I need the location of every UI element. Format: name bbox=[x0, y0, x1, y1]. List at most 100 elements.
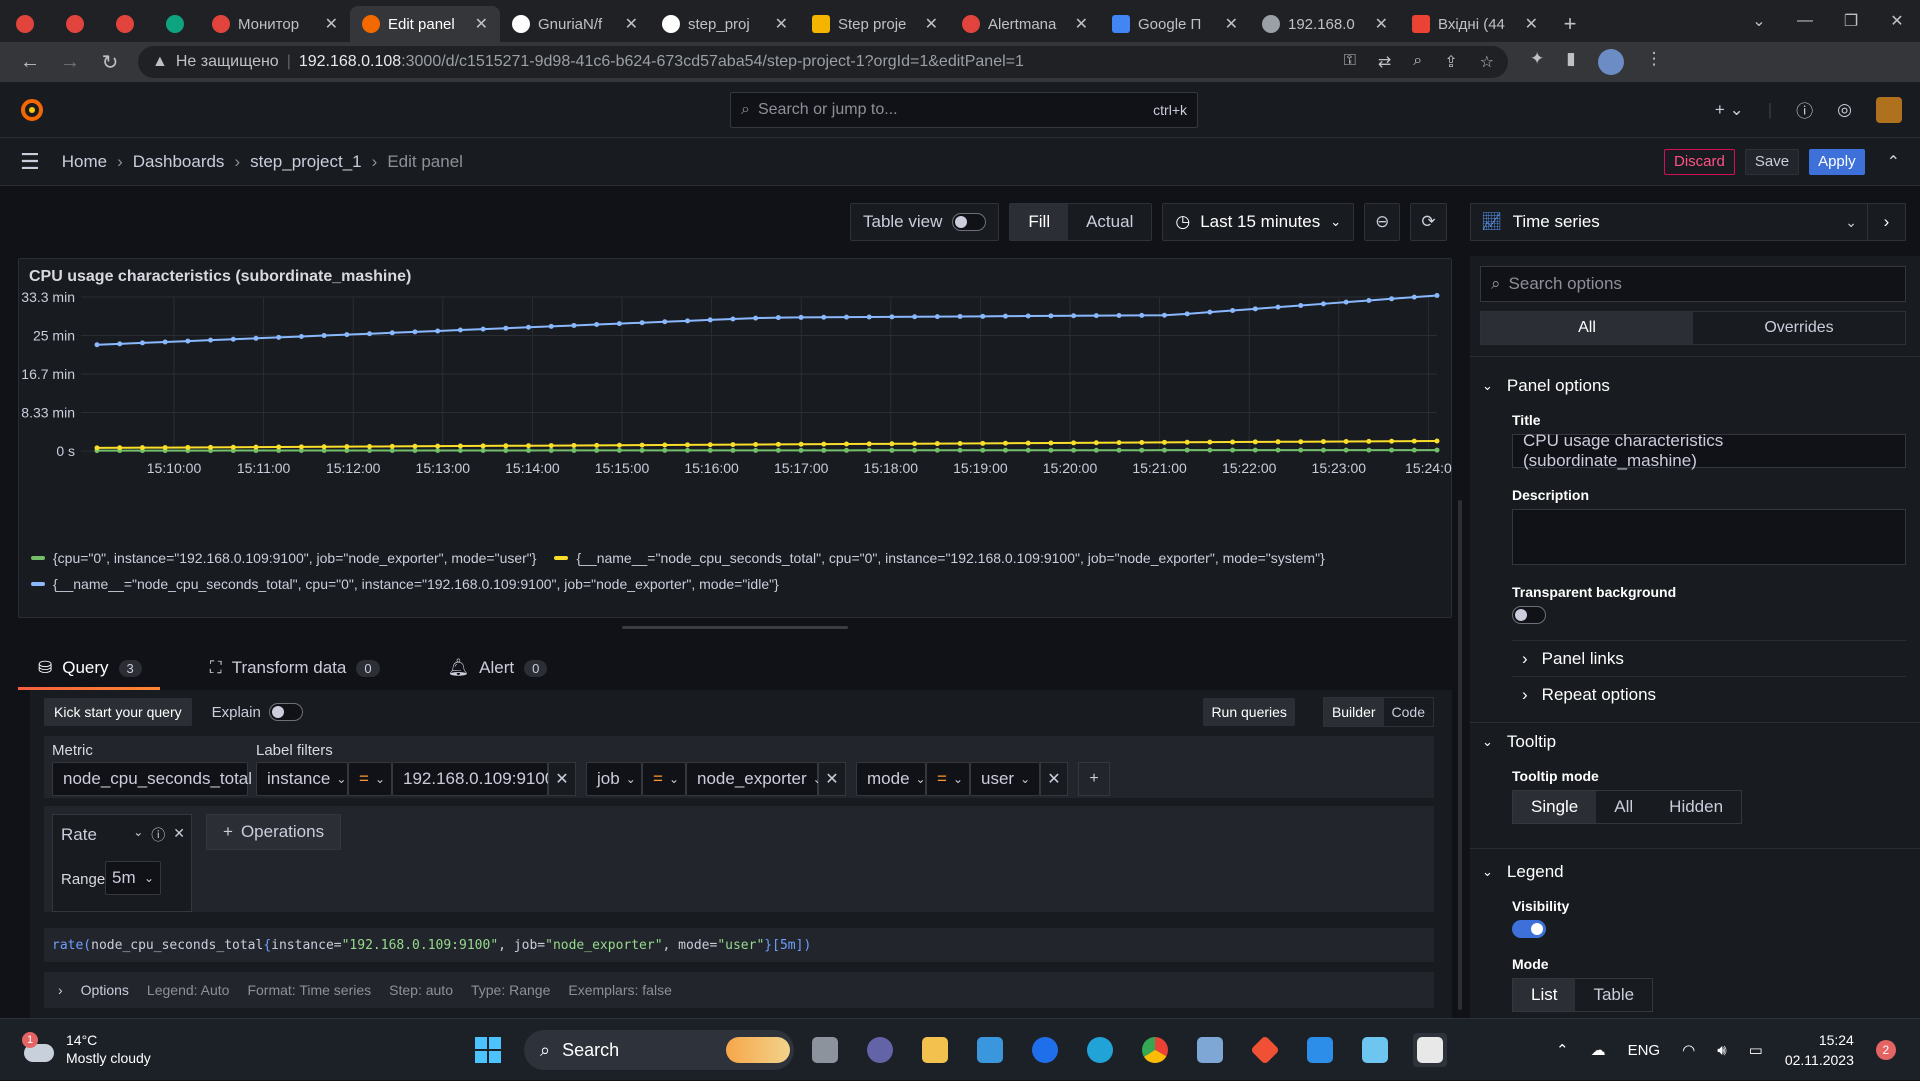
filter-key-select[interactable]: instance ⌄ bbox=[256, 762, 348, 796]
zoom-out-button[interactable]: ⊖ bbox=[1364, 203, 1401, 241]
collapse-pane-icon[interactable]: › bbox=[1867, 203, 1905, 241]
options-search-input[interactable]: ⌕ Search options bbox=[1480, 266, 1906, 302]
legend-item[interactable]: {cpu="0", instance="192.168.0.109:9100",… bbox=[53, 550, 536, 566]
legend-mode-list[interactable]: List bbox=[1513, 979, 1576, 1011]
clock[interactable]: 15:24 02.11.2023 bbox=[1785, 1030, 1854, 1070]
info-icon[interactable]: ⓘ bbox=[151, 825, 165, 845]
table-view-toggle[interactable]: Table view bbox=[850, 203, 1000, 241]
taskbar-search[interactable]: ⌕ Search bbox=[524, 1030, 794, 1070]
vscode-icon[interactable] bbox=[1303, 1033, 1337, 1067]
panel-options-section[interactable]: ⌄ Panel options bbox=[1482, 376, 1610, 396]
back-icon[interactable]: ← bbox=[10, 51, 50, 74]
kick-start-button[interactable]: Kick start your query bbox=[44, 698, 192, 726]
panel-links-row[interactable]: › Panel links bbox=[1512, 640, 1906, 676]
grafana-logo-icon[interactable] bbox=[18, 96, 46, 124]
breadcrumb-home[interactable]: Home bbox=[62, 152, 107, 172]
forward-icon[interactable]: → bbox=[50, 51, 90, 74]
filter-key-select[interactable]: mode ⌄ bbox=[856, 762, 926, 796]
query-options-row[interactable]: › Options Legend: Auto Format: Time seri… bbox=[44, 972, 1434, 1008]
key-icon[interactable]: ⚿ bbox=[1344, 52, 1356, 72]
save-button[interactable]: Save bbox=[1744, 148, 1800, 175]
tray-chevron-icon[interactable]: ⌃ bbox=[1556, 1041, 1569, 1059]
weather-widget[interactable]: 1 14°C Mostly cloudy bbox=[22, 1031, 151, 1067]
translate-icon[interactable]: ⇄ bbox=[1378, 52, 1391, 72]
chevron-down-icon[interactable]: ⌄ bbox=[133, 825, 143, 845]
sidepanel-icon[interactable]: ▮ bbox=[1566, 49, 1575, 75]
onedrive-icon[interactable]: ☁ bbox=[1591, 1041, 1606, 1059]
extensions-icon[interactable]: ✦ bbox=[1530, 49, 1544, 75]
wifi-icon[interactable]: ◠ bbox=[1682, 1041, 1695, 1059]
breadcrumb-dashboard[interactable]: step_project_1 bbox=[250, 152, 362, 172]
url-bar[interactable]: ▲ Не защищено | 192.168.0.108:3000/d/c15… bbox=[138, 46, 1508, 78]
tab-query[interactable]: ⛁ Query 3 bbox=[18, 646, 160, 690]
close-tab-icon[interactable]: ✕ bbox=[1225, 14, 1238, 34]
minimize-icon[interactable]: — bbox=[1782, 12, 1828, 30]
tooltip-section[interactable]: ⌄ Tooltip bbox=[1482, 732, 1556, 752]
start-button[interactable] bbox=[471, 1033, 505, 1067]
notepad-icon[interactable] bbox=[1358, 1033, 1392, 1067]
actual-option[interactable]: Actual bbox=[1068, 204, 1151, 240]
close-tab-icon[interactable]: ✕ bbox=[775, 14, 788, 34]
browser-tab[interactable]: Монитор ✕ bbox=[200, 6, 350, 42]
legend-item[interactable]: {__name__="node_cpu_seconds_total", cpu=… bbox=[576, 550, 1324, 566]
filter-op-select[interactable]: = ⌄ bbox=[642, 762, 686, 796]
chrome-browser-icon[interactable] bbox=[1138, 1033, 1172, 1067]
discard-button[interactable]: Discard bbox=[1664, 148, 1735, 175]
time-range-picker[interactable]: ◷ Last 15 minutes ⌄ bbox=[1162, 203, 1355, 241]
title-input[interactable]: CPU usage characteristics (subordinate_m… bbox=[1512, 431, 1906, 470]
editor-scrollbar[interactable] bbox=[1458, 500, 1462, 1010]
add-operation-button[interactable]: + Operations bbox=[206, 814, 342, 850]
zoom-icon[interactable]: ⌕ bbox=[1413, 52, 1422, 72]
description-textarea[interactable] bbox=[1512, 509, 1906, 565]
news-feed-icon[interactable]: ◎ bbox=[1837, 100, 1852, 120]
remove-filter-button[interactable]: ✕ bbox=[818, 762, 846, 796]
battery-icon[interactable]: ▭ bbox=[1749, 1041, 1763, 1059]
new-tab-button[interactable]: + bbox=[1550, 6, 1590, 42]
help-icon[interactable]: ⓘ bbox=[1796, 97, 1813, 122]
explain-toggle[interactable] bbox=[268, 703, 303, 721]
close-tab-icon[interactable]: ✕ bbox=[625, 14, 638, 34]
edge-browser-icon[interactable] bbox=[1083, 1033, 1117, 1067]
virtualbox-icon[interactable] bbox=[1193, 1033, 1227, 1067]
code-option[interactable]: Code bbox=[1384, 698, 1433, 726]
browser-tab-active[interactable]: Edit panel ✕ bbox=[350, 6, 500, 42]
share-icon[interactable]: ⇪ bbox=[1444, 52, 1457, 72]
close-tab-icon[interactable]: ✕ bbox=[1375, 14, 1388, 34]
user-avatar[interactable] bbox=[1876, 96, 1902, 123]
metric-select[interactable]: node_cpu_seconds_total⌄ bbox=[52, 762, 268, 796]
filter-op-select[interactable]: = ⌄ bbox=[926, 762, 970, 796]
menu-kebab-icon[interactable]: ⋮ bbox=[1646, 49, 1663, 75]
toggle-switch[interactable] bbox=[952, 213, 987, 231]
git-app-icon[interactable] bbox=[1248, 1033, 1282, 1067]
profile-avatar[interactable] bbox=[1597, 49, 1624, 75]
apply-button[interactable]: Apply bbox=[1809, 148, 1865, 175]
close-window-icon[interactable]: ✕ bbox=[1874, 11, 1920, 31]
notification-badge[interactable]: 2 bbox=[1875, 1040, 1896, 1060]
repeat-options-row[interactable]: › Repeat options bbox=[1512, 676, 1906, 712]
browser-tab[interactable] bbox=[0, 6, 50, 42]
remove-filter-button[interactable]: ✕ bbox=[548, 762, 576, 796]
refresh-button[interactable]: ⟳ bbox=[1410, 203, 1447, 241]
fill-option[interactable]: Fill bbox=[1010, 204, 1069, 240]
close-tab-icon[interactable]: ✕ bbox=[925, 14, 938, 34]
filter-value-select[interactable]: node_exporter⌄ bbox=[686, 762, 823, 796]
tab-search-icon[interactable]: ⌄ bbox=[1736, 11, 1782, 31]
range-select[interactable]: 5m ⌄ bbox=[105, 861, 161, 895]
legend-mode-table[interactable]: Table bbox=[1575, 979, 1652, 1011]
restore-icon[interactable]: ❐ bbox=[1828, 11, 1874, 31]
collapse-chevron-icon[interactable]: ⌃ bbox=[1887, 152, 1900, 172]
legend-visibility-toggle[interactable] bbox=[1512, 920, 1546, 938]
browser-tab[interactable]: Alertmana ✕ bbox=[950, 6, 1100, 42]
tooltip-mode-single[interactable]: Single bbox=[1513, 791, 1597, 823]
close-tab-icon[interactable]: ✕ bbox=[1525, 14, 1538, 34]
add-filter-button[interactable]: + bbox=[1078, 762, 1110, 796]
file-explorer-icon[interactable] bbox=[918, 1033, 952, 1067]
filter-value-select[interactable]: user ⌄ bbox=[970, 762, 1040, 796]
language-indicator[interactable]: ENG bbox=[1628, 1042, 1661, 1059]
tooltip-mode-hidden[interactable]: Hidden bbox=[1651, 791, 1741, 823]
browser-tab[interactable]: 192.168.0 ✕ bbox=[1250, 6, 1400, 42]
microsoft-store-icon[interactable] bbox=[973, 1033, 1007, 1067]
filter-key-select[interactable]: job ⌄ bbox=[586, 762, 642, 796]
legend-item[interactable]: {__name__="node_cpu_seconds_total", cpu=… bbox=[53, 576, 779, 592]
panel-resize-handle[interactable] bbox=[622, 626, 848, 629]
